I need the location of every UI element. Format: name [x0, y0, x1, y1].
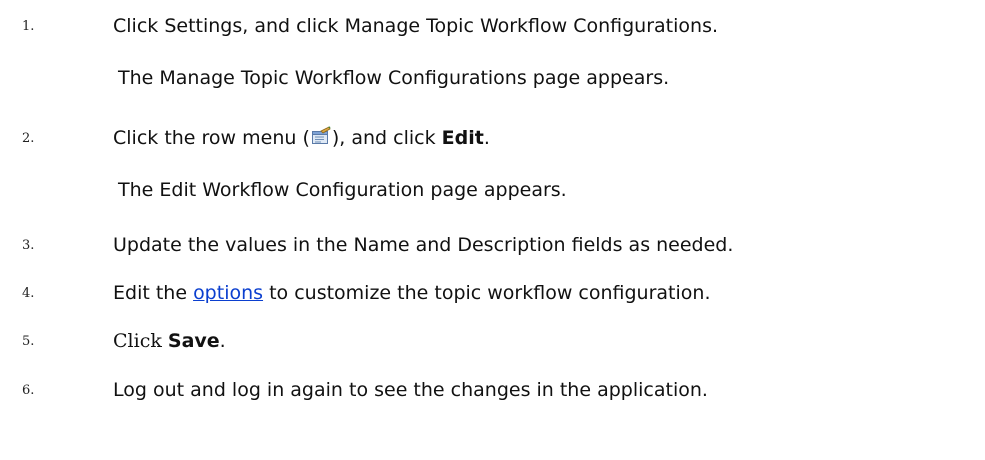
step-number: 2.: [22, 131, 35, 146]
edit-label: Edit: [441, 127, 484, 149]
step-text-before: Click: [113, 330, 168, 352]
step-number: 3.: [22, 238, 35, 253]
options-link[interactable]: options: [193, 282, 263, 304]
step-2-result: The Edit Workflow Configuration page app…: [118, 179, 567, 201]
step-text-before: Edit the: [113, 282, 194, 304]
step-number: 1.: [22, 19, 35, 34]
step-number: 6.: [22, 383, 35, 398]
step-text: Click Save.: [113, 329, 226, 353]
step-number: 4.: [22, 286, 35, 301]
save-label: Save: [167, 330, 220, 352]
step-text: Log out and log in again to see the chan…: [113, 379, 708, 401]
row-menu-icon: [311, 126, 331, 146]
step-text: Click Settings, and click Manage Topic W…: [113, 15, 719, 37]
step-text: Update the values in the Name and Descri…: [113, 234, 734, 256]
step-text: Click the row menu ( ), and click Edit.: [113, 126, 490, 150]
step-text: Edit the options to customize the topic …: [113, 281, 711, 305]
step-text-after: .: [483, 127, 490, 149]
step-1-result: The Manage Topic Workflow Configurations…: [118, 67, 670, 89]
step-text-before: Click the row menu (: [113, 127, 310, 149]
step-text-middle: ), and click: [331, 127, 442, 149]
step-text-after: .: [219, 330, 226, 352]
step-number: 5.: [22, 334, 35, 349]
instruction-document: 1. Click Settings, and click Manage Topi…: [0, 0, 985, 460]
step-text-after: to customize the topic workflow configur…: [263, 282, 711, 304]
